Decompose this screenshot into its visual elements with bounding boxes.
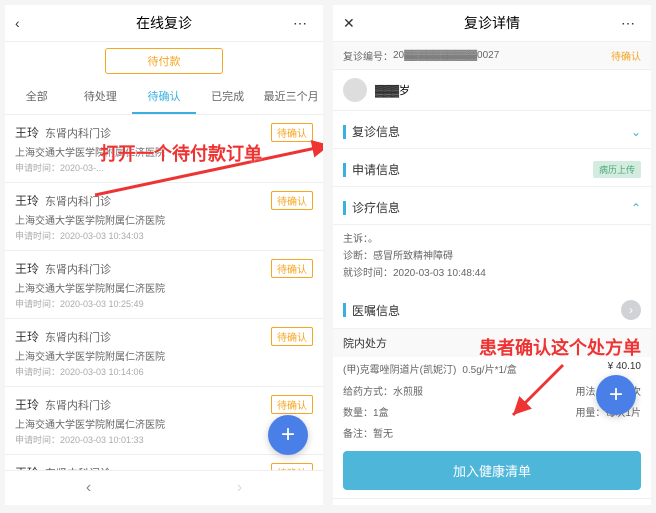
section-doctor-order: 医嘱信息 › 院内处方 (甲)克霉唑阴道片(凯妮汀) 0.5g/片*1/盒 ¥ … — [333, 292, 651, 443]
substatus-badge: 待付款 — [105, 48, 223, 74]
item-time: 申请时间：2020-03-03 10:14:06 — [15, 365, 313, 378]
section-diagnosis: 诊疗信息 ⌃ 主诉：。 诊断：感冒所致精神障碍 就诊时间：2020-03-03 … — [333, 191, 651, 288]
order-status: 待确认 — [611, 48, 641, 63]
item-hospital: 上海交通大学医学院附属仁济医院 — [15, 280, 313, 295]
rx-drug-row: (甲)克霉唑阴道片(凯妮汀) 0.5g/片*1/盒 ¥ 40.10 — [333, 357, 651, 380]
item-name: 王玲 — [15, 260, 39, 277]
rx-price: ¥ 40.10 — [608, 361, 641, 376]
rx-note-row: 备注：暂无 — [333, 422, 651, 443]
item-status: 待确认 — [271, 259, 313, 278]
item-time: 申请时间：2020-03-03 10:34:03 — [15, 229, 313, 242]
list-item[interactable]: 王玲 东肾内科门诊 待确认 — [5, 455, 323, 470]
item-name: 王玲 — [15, 328, 39, 345]
tab-recent[interactable]: 最近三个月 — [259, 80, 323, 114]
item-status: 待确认 — [271, 463, 313, 470]
list-item[interactable]: 王玲 东肾内科门诊 待确认 上海交通大学医学院附属仁济医院 申请时间：2020-… — [5, 251, 323, 319]
section-header-apply[interactable]: 申请信息 病历上传 — [333, 153, 651, 187]
add-button[interactable]: + — [268, 415, 308, 455]
chevron-up-icon: ⌃ — [631, 201, 641, 215]
item-hospital: 上海交通大学医学院附属仁济医院 — [15, 348, 313, 363]
tab-pending[interactable]: 待处理 — [69, 80, 133, 114]
order-no: 20▓▓▓▓▓▓▓▓▓▓0027 — [393, 50, 499, 61]
tab-done[interactable]: 已完成 — [196, 80, 260, 114]
add-to-health-list-button[interactable]: 加入健康清单 — [343, 451, 641, 490]
item-status: 待确认 — [271, 395, 313, 414]
section-header-diagnosis[interactable]: 诊疗信息 ⌃ — [333, 191, 651, 225]
order-no-label: 复诊编号： — [343, 48, 393, 63]
rx-drug-name: (甲)克霉唑阴道片(凯妮汀) — [343, 361, 456, 376]
item-name: 王玲 — [15, 124, 39, 141]
arrow-red-left — [90, 135, 323, 205]
page-title: 在线复诊 — [35, 13, 293, 33]
diagnosis-body: 主诉：。 诊断：感冒所致精神障碍 就诊时间：2020-03-03 10:48:4… — [333, 225, 651, 288]
header: ‹ 在线复诊 ⋯ — [5, 5, 323, 42]
bottom-nav: ‹ › — [5, 470, 323, 505]
order-number-row: 复诊编号： 20▓▓▓▓▓▓▓▓▓▓0027 待确认 — [333, 42, 651, 70]
item-status: 待确认 — [271, 327, 313, 346]
nav-forward-icon[interactable]: › — [237, 479, 242, 497]
more-icon[interactable]: ⋯ — [621, 15, 641, 32]
chevron-down-icon: ⌄ — [631, 125, 641, 139]
patient-info: ▓▓▓岁 — [375, 82, 410, 98]
patient-row: ▓▓▓岁 — [333, 70, 651, 111]
tab-confirm[interactable]: 待确认 — [132, 80, 196, 114]
arrow-right-icon[interactable]: › — [621, 300, 641, 320]
phone-left: ‹ 在线复诊 ⋯ 待付款 全部 待处理 待确认 已完成 最近三个月 王玲 东肾内… — [5, 5, 323, 505]
header: ✕ 复诊详情 ⋯ — [333, 5, 651, 42]
rx-inner-title: 院内处方 — [333, 329, 651, 357]
arrow-red-right — [503, 360, 583, 430]
tab-all[interactable]: 全部 — [5, 80, 69, 114]
item-dept: 东肾内科门诊 — [45, 397, 111, 413]
item-name: 王玲 — [15, 396, 39, 413]
item-hospital: 上海交通大学医学院附属仁济医院 — [15, 212, 313, 227]
list-item[interactable]: 王玲 东肾内科门诊 待确认 上海交通大学医学院附属仁济医院 申请时间：2020-… — [5, 319, 323, 387]
phone-right: ✕ 复诊详情 ⋯ 复诊编号： 20▓▓▓▓▓▓▓▓▓▓0027 待确认 ▓▓▓岁… — [333, 5, 651, 505]
bottom-nav: ‹ › — [333, 498, 651, 505]
item-time: 申请时间：2020-03-03 10:25:49 — [15, 297, 313, 310]
badge-upload: 病历上传 — [593, 161, 641, 178]
nav-back-icon[interactable]: ‹ — [86, 479, 91, 497]
item-dept: 东肾内科门诊 — [45, 261, 111, 277]
back-icon[interactable]: ‹ — [15, 15, 35, 31]
item-dept: 东肾内科门诊 — [45, 329, 111, 345]
page-title: 复诊详情 — [363, 13, 621, 33]
section-header-followup[interactable]: 复诊信息 ⌄ — [333, 115, 651, 149]
close-icon[interactable]: ✕ — [343, 15, 363, 32]
section-header-doctor-order[interactable]: 医嘱信息 › — [333, 292, 651, 329]
tabs: 全部 待处理 待确认 已完成 最近三个月 — [5, 80, 323, 115]
section-followup: 复诊信息 ⌄ — [333, 115, 651, 149]
add-button[interactable]: + — [596, 375, 636, 415]
section-apply: 申请信息 病历上传 — [333, 153, 651, 187]
avatar — [343, 78, 367, 102]
more-icon[interactable]: ⋯ — [293, 15, 313, 32]
item-name: 王玲 — [15, 192, 39, 209]
